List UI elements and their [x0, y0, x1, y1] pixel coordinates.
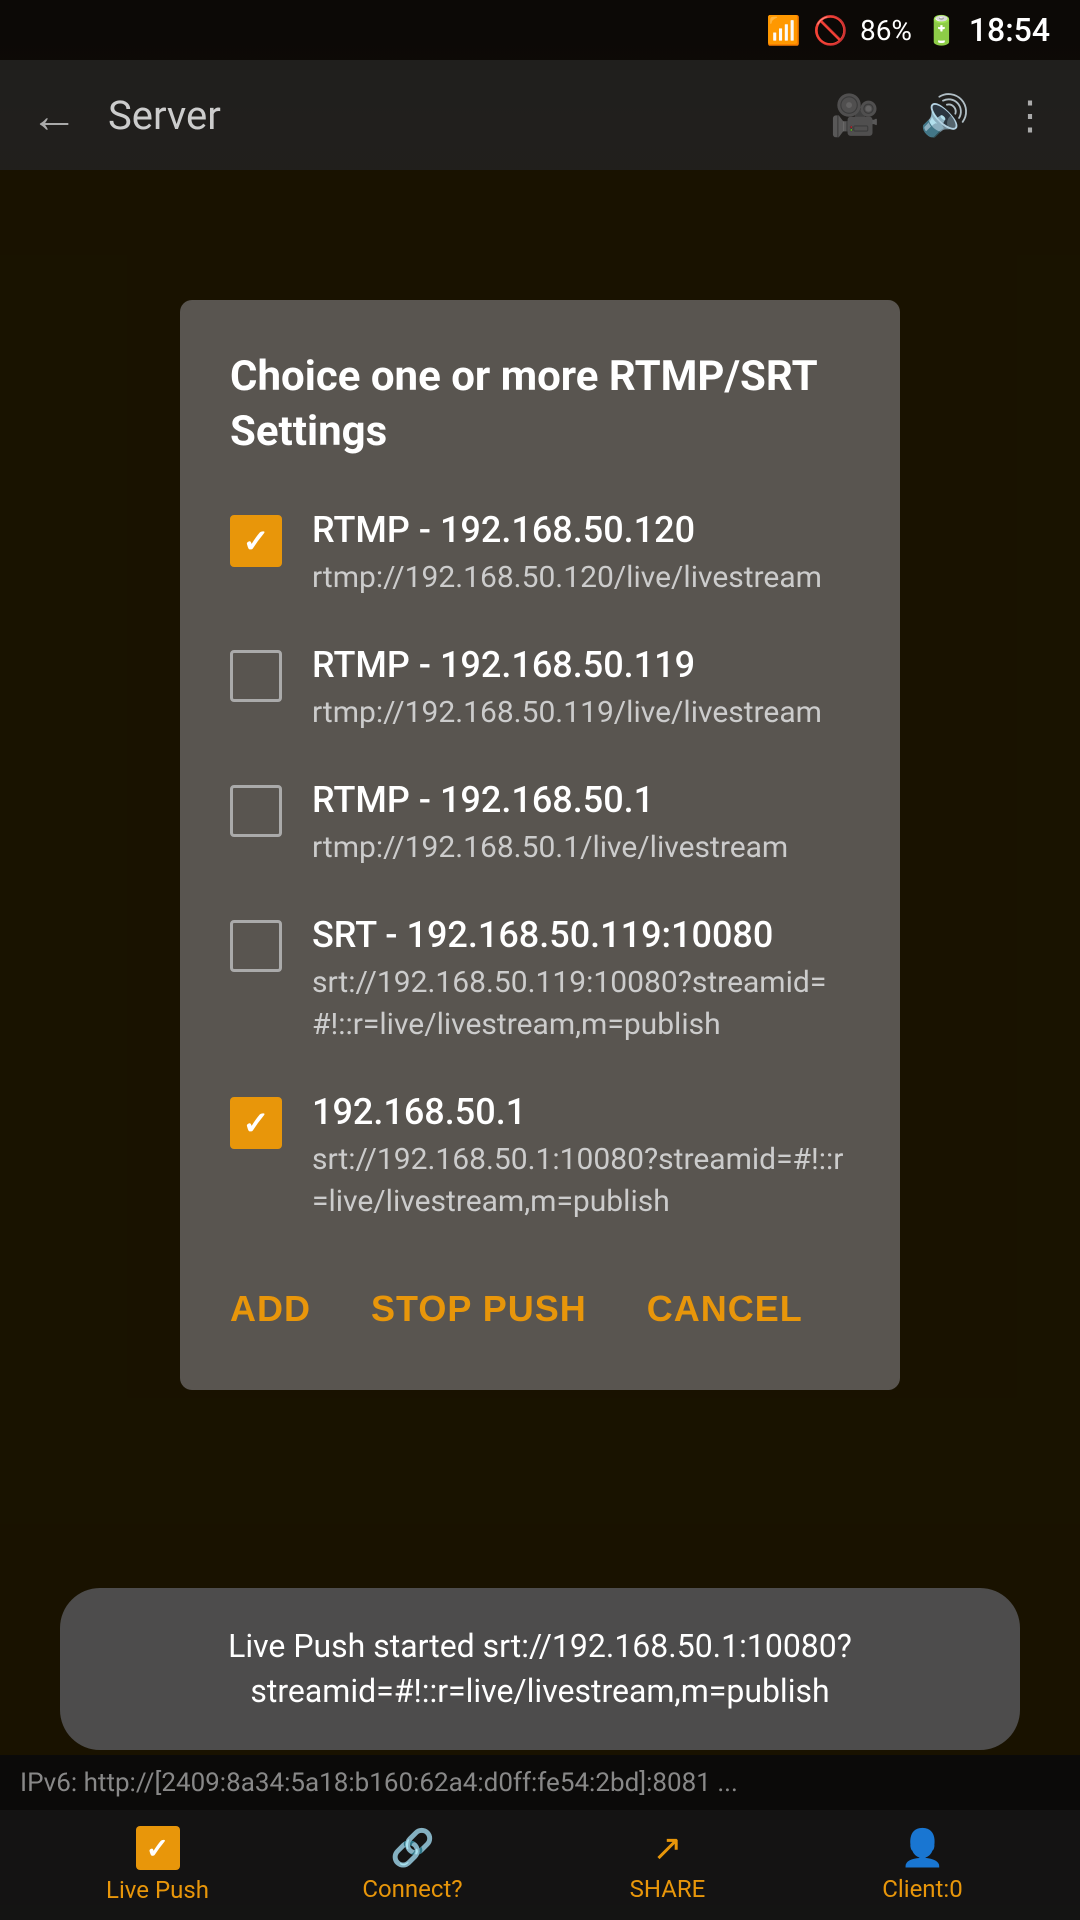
share-icon: ↗	[652, 1827, 682, 1869]
checkbox-5[interactable]: ✓	[230, 1097, 282, 1149]
list-item: SRT - 192.168.50.119:10080 srt://192.168…	[230, 914, 850, 1046]
item-4-title: SRT - 192.168.50.119:10080	[312, 914, 850, 956]
list-item: ✓ RTMP - 192.168.50.120 rtmp://192.168.5…	[230, 509, 850, 599]
item-2-text: RTMP - 192.168.50.119 rtmp://192.168.50.…	[312, 644, 850, 734]
client-icon: 👤	[900, 1827, 945, 1869]
checkbox-4[interactable]	[230, 920, 282, 972]
bottom-item-client[interactable]: 👤 Client:0	[795, 1827, 1050, 1903]
item-3-text: RTMP - 192.168.50.1 rtmp://192.168.50.1/…	[312, 779, 850, 869]
item-4-text: SRT - 192.168.50.119:10080 srt://192.168…	[312, 914, 850, 1046]
item-1-title: RTMP - 192.168.50.120	[312, 509, 850, 551]
toast-text: Live Push started srt://192.168.50.1:100…	[110, 1624, 970, 1714]
item-3-subtitle: rtmp://192.168.50.1/live/livestream	[312, 827, 850, 869]
status-bar: 📶 🚫 86% 🔋 18:54	[0, 0, 1080, 60]
cancel-button[interactable]: CANCEL	[647, 1268, 803, 1350]
ipv6-status-bar: IPv6: http://[2409:8a34:5a18:b160:62a4:d…	[0, 1755, 1080, 1810]
toast-notification: Live Push started srt://192.168.50.1:100…	[60, 1588, 1020, 1750]
app-bar-title: Server	[108, 92, 800, 139]
item-4-subtitle: srt://192.168.50.119:10080?streamid=#!::…	[312, 962, 850, 1046]
stop-push-button[interactable]: STOP PUSH	[371, 1268, 587, 1350]
dialog-actions: ADD STOP PUSH CANCEL	[230, 1268, 850, 1350]
item-5-text: 192.168.50.1 srt://192.168.50.1:10080?st…	[312, 1091, 850, 1223]
ipv6-text: IPv6: http://[2409:8a34:5a18:b160:62a4:d…	[20, 1768, 738, 1798]
checkbox-3[interactable]	[230, 785, 282, 837]
dialog-title: Choice one or more RTMP/SRT Settings	[230, 350, 850, 459]
item-2-subtitle: rtmp://192.168.50.119/live/livestream	[312, 692, 850, 734]
checkmark-icon: ✓	[243, 1107, 270, 1139]
back-button[interactable]: ←	[30, 87, 78, 144]
item-1-subtitle: rtmp://192.168.50.120/live/livestream	[312, 557, 850, 599]
checkmark-icon: ✓	[243, 525, 270, 557]
wifi-icon: 📶	[766, 14, 801, 47]
bottom-item-connect[interactable]: 🔗 Connect?	[285, 1827, 540, 1903]
bottom-navigation-bar: ✓ Live Push 🔗 Connect? ↗ SHARE 👤 Client:…	[0, 1810, 1080, 1920]
live-push-label: Live Push	[106, 1876, 209, 1904]
camera-icon[interactable]: 🎥	[830, 92, 880, 139]
battery-icon: 🔋	[924, 14, 959, 47]
item-5-subtitle: srt://192.168.50.1:10080?streamid=#!::r=…	[312, 1139, 850, 1223]
checkbox-1[interactable]: ✓	[230, 515, 282, 567]
battery-percent: 86%	[860, 14, 912, 47]
more-options-icon[interactable]: ⋮	[1010, 92, 1050, 139]
no-sim-icon: 🚫	[813, 14, 848, 47]
status-time: 18:54	[969, 11, 1050, 49]
rtmp-srt-dialog: Choice one or more RTMP/SRT Settings ✓ R…	[180, 300, 900, 1390]
item-2-title: RTMP - 192.168.50.119	[312, 644, 850, 686]
app-bar-actions: 🎥 🔊 ⋮	[830, 92, 1050, 139]
audio-icon[interactable]: 🔊	[920, 92, 970, 139]
list-item: RTMP - 192.168.50.119 rtmp://192.168.50.…	[230, 644, 850, 734]
connect-icon: 🔗	[390, 1827, 435, 1869]
status-icons: 📶 🚫 86% 🔋	[766, 14, 959, 47]
list-item: ✓ 192.168.50.1 srt://192.168.50.1:10080?…	[230, 1091, 850, 1223]
bottom-item-live-push[interactable]: ✓ Live Push	[30, 1826, 285, 1904]
item-1-text: RTMP - 192.168.50.120 rtmp://192.168.50.…	[312, 509, 850, 599]
item-5-title: 192.168.50.1	[312, 1091, 850, 1133]
client-label: Client:0	[882, 1875, 962, 1903]
add-button[interactable]: ADD	[230, 1268, 311, 1350]
connect-label: Connect?	[362, 1875, 462, 1903]
share-label: SHARE	[630, 1875, 706, 1903]
checkbox-2[interactable]	[230, 650, 282, 702]
item-3-title: RTMP - 192.168.50.1	[312, 779, 850, 821]
live-push-checkbox[interactable]: ✓	[136, 1826, 180, 1870]
list-item: RTMP - 192.168.50.1 rtmp://192.168.50.1/…	[230, 779, 850, 869]
bottom-item-share[interactable]: ↗ SHARE	[540, 1827, 795, 1903]
app-bar: ← Server 🎥 🔊 ⋮	[0, 60, 1080, 170]
